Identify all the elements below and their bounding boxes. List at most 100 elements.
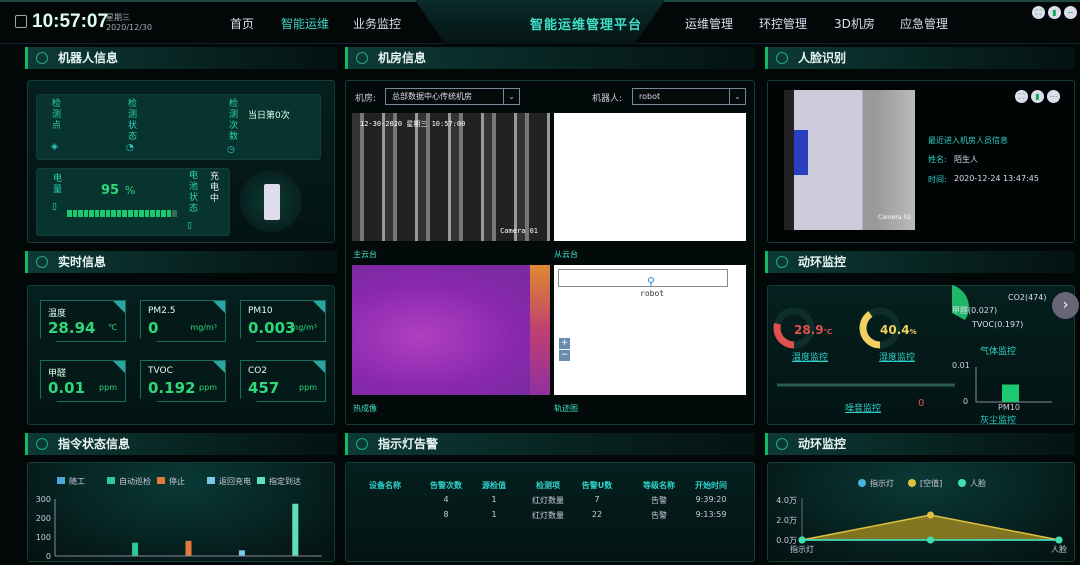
table-cell: 红灯数量: [532, 496, 564, 505]
dust-monitor-link[interactable]: 灰尘监控: [980, 413, 1016, 426]
thermal-label: 热成像: [353, 404, 377, 413]
table-cell: 22: [591, 510, 603, 519]
face-camera-view[interactable]: Camera 02: [784, 90, 915, 230]
nav-business-monitor[interactable]: 业务监控: [353, 15, 401, 32]
robot-select[interactable]: robot ⌄: [632, 88, 746, 105]
table-cell: 1: [491, 510, 497, 519]
clock: 10:57:07: [32, 11, 109, 32]
battery-segment: [100, 210, 105, 217]
sensor-label: CO2: [248, 366, 268, 376]
sensor-value: 0: [148, 319, 159, 337]
legend-swatch: [207, 477, 215, 484]
weekday: 星期三: [106, 13, 130, 22]
battery-segment: [155, 210, 161, 217]
sensor-label: PM2.5: [148, 306, 176, 316]
sensor-value: 0.192: [148, 379, 196, 397]
table-header: 等级名称: [643, 481, 675, 490]
robot-image: [240, 170, 302, 232]
nav-3d-room[interactable]: 3D机房: [834, 15, 875, 32]
battery-segment: [166, 210, 172, 217]
battery-bar: [67, 210, 177, 217]
battery-segment: [111, 210, 116, 217]
table-header: 检测项: [536, 481, 560, 490]
fullscreen-icon[interactable]: ⛶: [1015, 90, 1028, 103]
document-icon[interactable]: ▮: [1048, 6, 1061, 19]
track-map[interactable]: ⚲ robot + −: [554, 265, 746, 395]
sensor-unit: ppm: [199, 383, 217, 392]
main-camera-view[interactable]: 12-30-2020 星期三 10:57:00 Camera 01: [352, 113, 550, 241]
face-camera-name: Camera 02: [878, 214, 912, 221]
legend-dot: [908, 479, 916, 487]
env-header: 动环监控: [765, 251, 1075, 273]
battery-segment: [89, 210, 94, 217]
face-name: 陌生人: [954, 155, 978, 164]
gas-monitor-link[interactable]: 气体监控: [980, 344, 1016, 357]
sensor-label: 温度: [48, 309, 67, 319]
face-time: 2020-12-24 13:47:45: [954, 174, 1039, 183]
sensor-unit: mg/m³: [190, 323, 217, 332]
sensor-card: 温度 28.94 ℃: [40, 300, 126, 342]
gas-formaldehyde: 甲醛(0.027): [952, 306, 998, 315]
series-area: [802, 515, 1059, 540]
battery-segment: [172, 210, 177, 217]
env2-header: 动环监控: [765, 433, 1075, 455]
dust-ytick: 0.01: [952, 361, 970, 370]
zoom-in-button[interactable]: +: [559, 338, 570, 349]
minus-circle-icon[interactable]: −: [1064, 6, 1077, 19]
battery-label: 电量: [51, 173, 61, 195]
nav-env-control[interactable]: 环控管理: [759, 15, 807, 32]
battery-value: 95: [101, 183, 120, 198]
battery-segment: [144, 210, 150, 217]
battery-segment: [150, 210, 155, 217]
hum-monitor-link[interactable]: 湿度监控: [879, 350, 915, 363]
nav-smart-ops[interactable]: 智能运维: [281, 15, 329, 32]
legend-swatch: [157, 477, 165, 484]
sensor-card: TVOC 0.192 ppm: [140, 360, 226, 402]
y-tick-label: 100: [36, 533, 51, 542]
realtime-header: 实时信息: [25, 251, 337, 273]
check-status-label: 检测状态: [126, 98, 136, 142]
today-count: 当日第0次: [248, 111, 290, 121]
face-time-label: 时间:: [928, 175, 947, 184]
table-cell: 9:39:20: [695, 495, 727, 504]
sensor-label: 甲醛: [48, 369, 67, 379]
battery-segment: [133, 210, 139, 217]
secondary-camera-view[interactable]: [554, 113, 746, 241]
zoom-out-button[interactable]: −: [559, 350, 570, 361]
noise-monitor-link[interactable]: 噪音监控: [845, 401, 881, 414]
sensor-value: 0.01: [48, 379, 86, 397]
dust-ytick: 0: [963, 397, 969, 406]
legend-label: 指示灯: [870, 478, 894, 488]
table-header: 设备名称: [369, 481, 401, 490]
temp-monitor-link[interactable]: 温度监控: [792, 350, 828, 363]
sensor-card: PM2.5 0 mg/m³: [140, 300, 226, 342]
legend-label: [空值]: [920, 478, 942, 488]
data-point: [927, 511, 934, 519]
sensor-label: TVOC: [148, 366, 173, 376]
hum-value: 40.4%: [880, 323, 917, 337]
main-camera-label: 主云台: [353, 250, 377, 259]
legend-label: 指定到达: [269, 476, 301, 486]
nav-ops-management[interactable]: 运维管理: [685, 15, 733, 32]
table-cell: 4: [443, 495, 449, 504]
face-heading: 最近进入机房人员信息: [928, 136, 1008, 145]
room-select[interactable]: 总部数据中心传统机房 ⌄: [385, 88, 520, 105]
nav-emergency[interactable]: 应急管理: [900, 15, 948, 32]
alarm-header: 指示灯告警: [345, 433, 755, 455]
battery-segment: [72, 210, 78, 217]
battery-box: [36, 168, 230, 236]
nav-home[interactable]: 首页: [230, 15, 254, 32]
robot-label: 机器人:: [592, 94, 623, 104]
page-title: 智能运维管理平台: [530, 18, 643, 33]
check-count-label: 检测次数: [227, 98, 237, 142]
track-label: 轨迹图: [554, 404, 578, 413]
env-area-chart: 指示灯 [空值] 人脸0.0万2.0万4.0万指示灯 人脸: [776, 478, 1067, 554]
sensor-unit: ppm: [299, 383, 317, 392]
document-icon[interactable]: ▮: [1031, 90, 1044, 103]
more-icon[interactable]: ⋯: [1047, 90, 1060, 103]
legend-dot: [858, 479, 866, 487]
table-header: 告警次数: [430, 481, 462, 490]
fullscreen-icon[interactable]: ⛶: [1032, 6, 1045, 19]
next-arrow-button[interactable]: ›: [1052, 292, 1079, 319]
thermal-view[interactable]: [352, 265, 550, 395]
